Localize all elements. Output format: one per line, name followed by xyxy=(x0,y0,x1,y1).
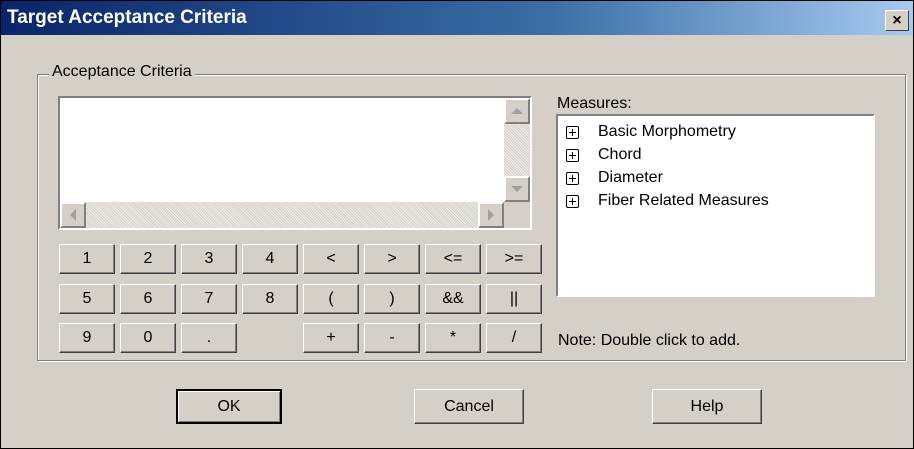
arrow-left-icon xyxy=(70,209,76,221)
title-bar[interactable]: Target Acceptance Criteria × xyxy=(1,1,913,35)
key-5[interactable]: 5 xyxy=(59,284,115,314)
dialog-window: Target Acceptance Criteria × Acceptance … xyxy=(0,0,914,449)
expand-plus-icon[interactable] xyxy=(566,125,579,139)
close-icon: × xyxy=(892,12,902,29)
key-and[interactable]: && xyxy=(425,284,481,314)
close-button[interactable]: × xyxy=(885,10,909,31)
key-or[interactable]: || xyxy=(486,284,542,314)
key-4[interactable]: 4 xyxy=(242,244,298,274)
acceptance-criteria-legend: Acceptance Criteria xyxy=(49,63,195,81)
expand-plus-icon[interactable] xyxy=(566,194,579,208)
tree-item-basic-morphometry[interactable]: Basic Morphometry xyxy=(566,122,736,142)
key-open-paren[interactable]: ( xyxy=(303,284,359,314)
key-less-than[interactable]: < xyxy=(303,244,359,274)
vertical-scrollbar[interactable] xyxy=(504,98,530,202)
ok-button[interactable]: OK xyxy=(176,389,282,424)
key-0[interactable]: 0 xyxy=(120,323,176,353)
scroll-right-button[interactable] xyxy=(478,202,504,228)
cancel-button[interactable]: Cancel xyxy=(414,389,524,424)
key-minus[interactable]: - xyxy=(364,323,420,353)
scroll-up-button[interactable] xyxy=(504,98,530,124)
key-greater-equal[interactable]: >= xyxy=(486,244,542,274)
key-9[interactable]: 9 xyxy=(59,323,115,353)
key-2[interactable]: 2 xyxy=(120,244,176,274)
key-close-paren[interactable]: ) xyxy=(364,284,420,314)
key-greater-than[interactable]: > xyxy=(364,244,420,274)
arrow-down-icon xyxy=(511,186,523,192)
arrow-up-icon xyxy=(511,108,523,114)
key-3[interactable]: 3 xyxy=(181,244,237,274)
tree-item-label: Chord xyxy=(598,146,642,163)
scroll-down-button[interactable] xyxy=(504,176,530,202)
criteria-editor xyxy=(58,96,532,230)
key-decimal[interactable]: . xyxy=(181,323,237,353)
tree-item-label: Basic Morphometry xyxy=(598,123,736,140)
tree-item-label: Fiber Related Measures xyxy=(598,192,769,209)
tree-item-chord[interactable]: Chord xyxy=(566,145,642,165)
tree-item-label: Diameter xyxy=(598,169,663,186)
scroll-left-button[interactable] xyxy=(60,202,86,228)
expand-plus-icon[interactable] xyxy=(566,148,579,162)
criteria-text-input[interactable] xyxy=(64,102,502,200)
tree-item-fiber-related-measures[interactable]: Fiber Related Measures xyxy=(566,191,769,211)
measures-label: Measures: xyxy=(557,95,632,112)
expand-plus-icon[interactable] xyxy=(566,171,579,185)
measures-tree[interactable]: Basic Morphometry Chord Diameter Fiber R… xyxy=(556,114,875,297)
note-text: Note: Double click to add. xyxy=(558,332,741,349)
key-multiply[interactable]: * xyxy=(425,323,481,353)
key-1[interactable]: 1 xyxy=(59,244,115,274)
arrow-right-icon xyxy=(488,209,494,221)
tree-item-diameter[interactable]: Diameter xyxy=(566,168,663,188)
key-6[interactable]: 6 xyxy=(120,284,176,314)
key-8[interactable]: 8 xyxy=(242,284,298,314)
scrollbar-corner xyxy=(504,202,530,228)
dialog-title: Target Acceptance Criteria xyxy=(7,7,247,28)
key-divide[interactable]: / xyxy=(486,323,542,353)
key-7[interactable]: 7 xyxy=(181,284,237,314)
key-less-equal[interactable]: <= xyxy=(425,244,481,274)
key-plus[interactable]: + xyxy=(303,323,359,353)
horizontal-scrollbar[interactable] xyxy=(60,202,504,228)
help-button[interactable]: Help xyxy=(652,389,762,424)
